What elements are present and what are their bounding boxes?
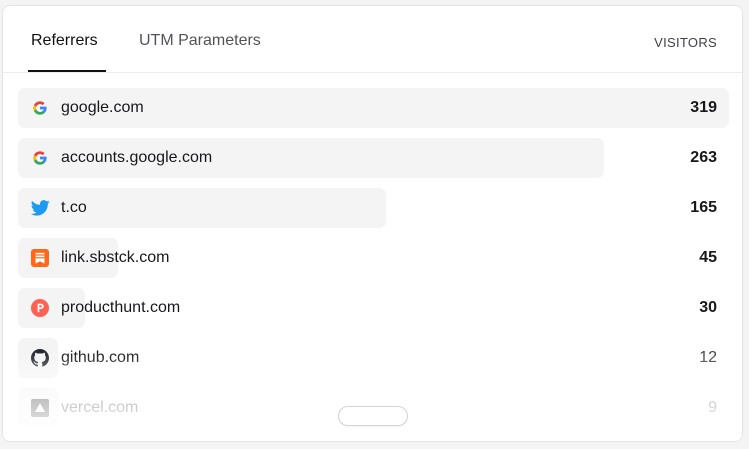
- github-icon: [30, 348, 50, 368]
- referrer-name: t.co: [61, 199, 87, 216]
- referrer-list: google.com 319 accounts.google.com 263 t…: [18, 88, 729, 438]
- producthunt-icon: [30, 298, 50, 318]
- google-icon: [30, 98, 50, 118]
- twitter-icon: [30, 198, 50, 218]
- referrer-name: accounts.google.com: [61, 149, 213, 166]
- referrer-name: link.sbstck.com: [61, 249, 170, 266]
- visitor-count: 30: [699, 299, 717, 316]
- referrer-row-google[interactable]: google.com 319: [18, 88, 729, 128]
- visitor-count: 165: [690, 199, 717, 216]
- tab-utm-parameters[interactable]: UTM Parameters: [139, 32, 261, 50]
- visitor-count: 263: [690, 149, 717, 166]
- referrer-row-github[interactable]: github.com 12: [18, 338, 729, 378]
- referrer-row-producthunt[interactable]: producthunt.com 30: [18, 288, 729, 328]
- visitor-count: 319: [690, 99, 717, 116]
- referrer-name: github.com: [61, 349, 140, 366]
- visitor-count: 12: [699, 349, 717, 366]
- referrer-name: google.com: [61, 99, 144, 116]
- card-header: Referrers UTM Parameters VISITORS: [3, 6, 742, 73]
- referrer-row-accounts-google[interactable]: accounts.google.com 263: [18, 138, 729, 178]
- visitor-count: 9: [708, 399, 717, 416]
- substack-icon: [30, 248, 50, 268]
- referrer-row-substack[interactable]: link.sbstck.com 45: [18, 238, 729, 278]
- referrer-row-tco[interactable]: t.co 165: [18, 188, 729, 228]
- expand-list-button[interactable]: [338, 406, 408, 426]
- visitors-column-header: VISITORS: [654, 35, 717, 50]
- referrer-name: producthunt.com: [61, 299, 181, 316]
- google-icon: [30, 148, 50, 168]
- vercel-icon: [30, 398, 50, 418]
- visitor-count: 45: [699, 249, 717, 266]
- referrer-name: vercel.com: [61, 399, 139, 416]
- tab-referrers[interactable]: Referrers: [31, 32, 98, 50]
- active-tab-indicator: [28, 70, 106, 72]
- referrers-card: Referrers UTM Parameters VISITORS google…: [2, 5, 743, 442]
